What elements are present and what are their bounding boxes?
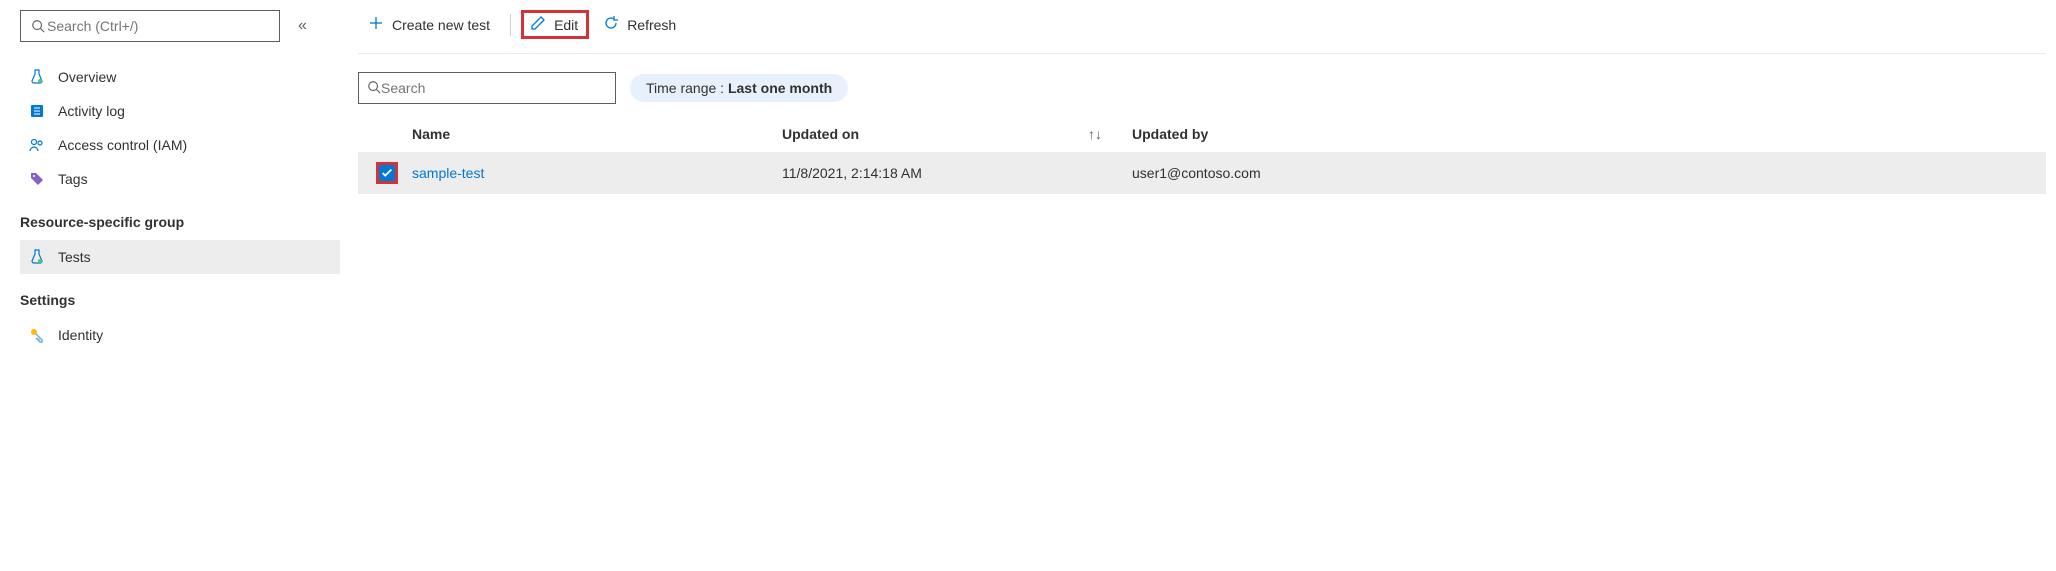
sidebar-search[interactable] bbox=[20, 10, 280, 42]
create-new-test-label: Create new test bbox=[392, 17, 490, 33]
column-header-updated-by[interactable]: Updated by bbox=[1132, 126, 2042, 142]
sidebar-item-label: Identity bbox=[58, 327, 103, 343]
flask-icon bbox=[28, 248, 46, 266]
table-search[interactable] bbox=[358, 72, 616, 104]
sidebar-item-label: Access control (IAM) bbox=[58, 137, 187, 153]
sidebar-item-label: Overview bbox=[58, 69, 116, 85]
time-range-value: Last one month bbox=[728, 80, 832, 96]
toolbar-separator bbox=[510, 14, 511, 36]
sidebar-section-resource-group: Resource-specific group bbox=[20, 196, 340, 240]
edit-label: Edit bbox=[554, 17, 578, 33]
refresh-label: Refresh bbox=[627, 17, 676, 33]
sidebar-item-identity[interactable]: Identity bbox=[20, 318, 340, 352]
time-range-filter[interactable]: Time range : Last one month bbox=[630, 74, 848, 102]
sidebar-item-label: Tests bbox=[58, 249, 91, 265]
sidebar-item-label: Activity log bbox=[58, 103, 125, 119]
flask-icon bbox=[28, 68, 46, 86]
table-search-input[interactable] bbox=[381, 80, 607, 96]
search-icon bbox=[29, 17, 47, 35]
pencil-icon bbox=[530, 15, 546, 34]
tests-table: Name Updated on ↑↓ Updated by sample-tes… bbox=[358, 116, 2046, 194]
search-icon bbox=[367, 80, 381, 97]
edit-button[interactable]: Edit bbox=[521, 10, 589, 39]
row-checkbox[interactable] bbox=[376, 162, 398, 184]
refresh-button[interactable]: Refresh bbox=[593, 11, 686, 38]
sidebar-item-overview[interactable]: Overview bbox=[20, 60, 340, 94]
sidebar-item-tests[interactable]: Tests bbox=[20, 240, 340, 274]
test-updated-by: user1@contoso.com bbox=[1132, 165, 2042, 181]
column-header-updated-on[interactable]: Updated on ↑↓ bbox=[782, 126, 1132, 142]
sidebar-item-label: Tags bbox=[58, 171, 88, 187]
sidebar: « Overview Activity log Access control (… bbox=[0, 0, 340, 352]
column-header-updated-on-label: Updated on bbox=[782, 126, 859, 142]
refresh-icon bbox=[603, 15, 619, 34]
key-icon bbox=[28, 326, 46, 344]
sidebar-item-activity-log[interactable]: Activity log bbox=[20, 94, 340, 128]
collapse-sidebar-button[interactable]: « bbox=[294, 13, 311, 39]
people-icon bbox=[28, 136, 46, 154]
sidebar-section-settings: Settings bbox=[20, 274, 340, 318]
table-row[interactable]: sample-test 11/8/2021, 2:14:18 AM user1@… bbox=[358, 152, 2046, 194]
test-name-link[interactable]: sample-test bbox=[412, 165, 782, 181]
create-new-test-button[interactable]: Create new test bbox=[358, 11, 500, 38]
log-icon bbox=[28, 102, 46, 120]
column-header-name[interactable]: Name bbox=[412, 126, 782, 142]
sort-icon[interactable]: ↑↓ bbox=[1088, 126, 1102, 142]
time-range-prefix: Time range : bbox=[646, 80, 728, 96]
main-content: Create new test Edit Refresh Time range … bbox=[340, 0, 2056, 352]
plus-icon bbox=[368, 15, 384, 34]
sidebar-item-tags[interactable]: Tags bbox=[20, 162, 340, 196]
sidebar-item-access-control[interactable]: Access control (IAM) bbox=[20, 128, 340, 162]
filter-row: Time range : Last one month bbox=[358, 72, 2046, 104]
sidebar-search-input[interactable] bbox=[47, 18, 271, 34]
toolbar: Create new test Edit Refresh bbox=[358, 10, 2046, 54]
table-header-row: Name Updated on ↑↓ Updated by bbox=[358, 116, 2046, 152]
tag-icon bbox=[28, 170, 46, 188]
test-updated-on: 11/8/2021, 2:14:18 AM bbox=[782, 165, 1132, 181]
